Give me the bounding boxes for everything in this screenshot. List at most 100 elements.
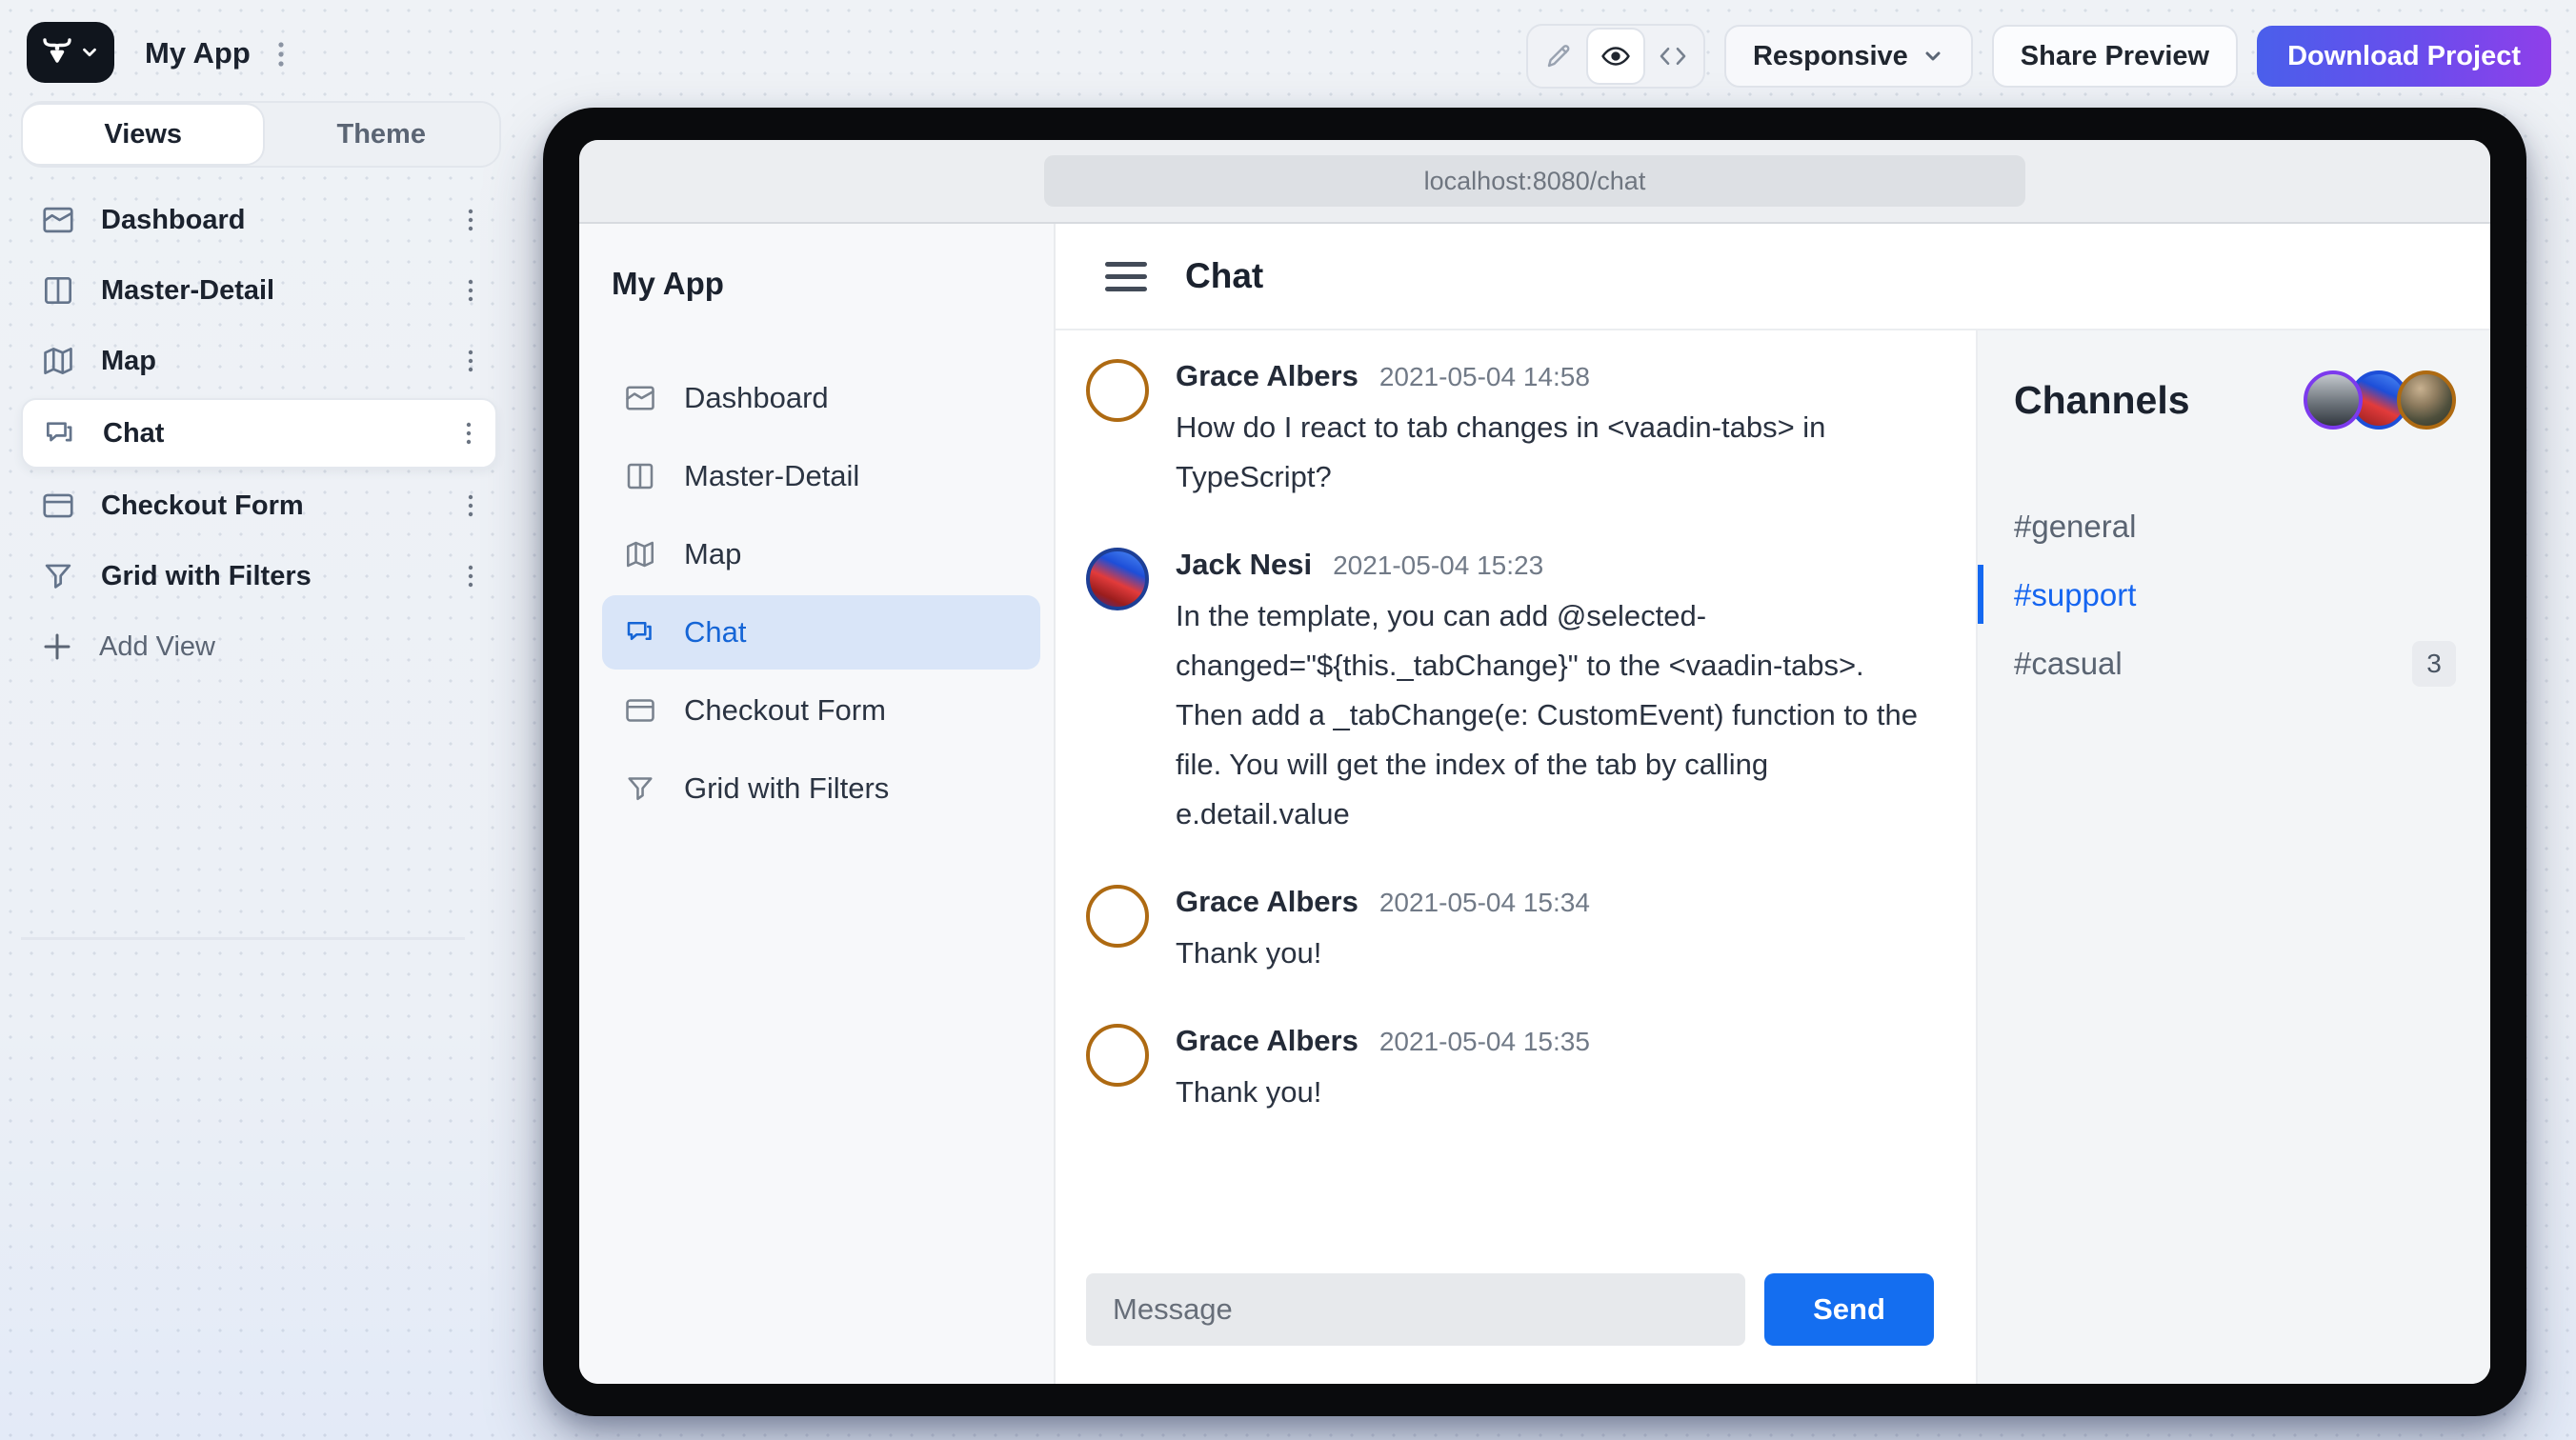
sidebar-item-label: Grid with Filters	[101, 561, 436, 592]
member-avatars	[2304, 370, 2456, 430]
sidebar-item-master-detail[interactable]: Master-Detail	[21, 257, 497, 324]
chevron-down-icon	[1922, 45, 1944, 68]
nav-item-label: Dashboard	[684, 381, 829, 415]
channel-label: #support	[2014, 577, 2136, 613]
kebab-menu-icon[interactable]	[459, 419, 478, 448]
avatar	[1086, 359, 1149, 422]
tab-views-label: Views	[104, 119, 182, 150]
message-text: Thank you!	[1176, 929, 1590, 978]
message-author: Grace Albers	[1176, 1024, 1358, 1058]
split-columns-icon	[40, 272, 76, 309]
chat-column: Grace Albers 2021-05-04 14:58 How do I r…	[1056, 330, 1976, 1384]
message-composer: Send	[1056, 1273, 1976, 1384]
kebab-menu-icon[interactable]	[461, 347, 480, 375]
menu-toggle-icon[interactable]	[1105, 262, 1147, 291]
split-columns-icon	[623, 459, 657, 493]
sidebar-item-label: Checkout Form	[101, 490, 436, 522]
nav-item-label: Checkout Form	[684, 693, 886, 728]
browser-bar: localhost:8080/chat	[579, 140, 2490, 224]
code-mode-button[interactable]	[1645, 30, 1701, 83]
channel-label: #general	[2014, 509, 2136, 545]
channel-casual[interactable]: #casual 3	[2014, 630, 2456, 698]
pencil-icon	[1543, 41, 1574, 71]
project-menu-kebab-icon[interactable]	[269, 38, 293, 70]
eye-icon	[1600, 40, 1632, 72]
share-preview-button[interactable]: Share Preview	[1992, 25, 2238, 88]
add-view-button[interactable]: Add View	[21, 613, 497, 680]
nav-item-label: Master-Detail	[684, 459, 859, 493]
credit-card-icon	[40, 488, 76, 524]
sidebar-item-grid-with-filters[interactable]: Grid with Filters	[21, 543, 497, 610]
app-logo-button[interactable]	[27, 22, 114, 83]
sidebar-tabs: Views Theme	[21, 101, 501, 168]
nav-item-map[interactable]: Map	[602, 517, 1040, 591]
channel-list: #general #support #casual 3	[2014, 492, 2456, 698]
sidebar-item-chat[interactable]: Chat	[21, 398, 497, 469]
chart-icon	[40, 202, 76, 238]
kebab-menu-icon[interactable]	[461, 491, 480, 520]
code-icon	[1657, 40, 1689, 72]
preview-device-frame: localhost:8080/chat My App Dashboard	[543, 108, 2526, 1416]
message-timestamp: 2021-05-04 15:35	[1379, 1027, 1590, 1057]
nav-item-label: Grid with Filters	[684, 771, 889, 806]
kebab-menu-icon[interactable]	[461, 206, 480, 234]
plus-icon	[40, 630, 74, 664]
sidebar-item-checkout-form[interactable]: Checkout Form	[21, 472, 497, 539]
nav-item-dashboard[interactable]: Dashboard	[602, 361, 1040, 435]
mode-segmented-control	[1526, 24, 1705, 89]
chat-bubbles-icon	[42, 415, 78, 451]
sidebar-item-dashboard[interactable]: Dashboard	[21, 187, 497, 253]
preview-app-title: My App	[612, 266, 1040, 302]
top-toolbar: Responsive Share Preview Download Projec…	[1526, 24, 2551, 89]
nav-item-label: Map	[684, 537, 741, 571]
download-project-label: Download Project	[2287, 41, 2521, 72]
preview-mode-button[interactable]	[1586, 28, 1645, 85]
avatar	[2397, 370, 2456, 430]
avatar	[2304, 370, 2363, 430]
sidebar-divider	[21, 937, 465, 940]
channel-label: #casual	[2014, 646, 2123, 682]
chat-message: Jack Nesi 2021-05-04 15:23 In the templa…	[1086, 548, 1934, 839]
nav-item-chat[interactable]: Chat	[602, 595, 1040, 670]
tab-views[interactable]: Views	[21, 103, 265, 166]
add-view-label: Add View	[99, 631, 480, 663]
preview-nav: My App Dashboard Master-Deta	[579, 224, 1056, 1384]
views-list: Dashboard Master-Detail Map Chat	[21, 187, 497, 680]
responsive-dropdown[interactable]: Responsive	[1724, 25, 1973, 88]
nav-item-label: Chat	[684, 615, 746, 650]
sidebar-item-map[interactable]: Map	[21, 328, 497, 394]
url-bar: localhost:8080/chat	[1044, 155, 2025, 207]
edit-mode-button[interactable]	[1531, 30, 1586, 83]
channels-panel: Channels #general	[1976, 330, 2490, 1384]
sidebar-item-label: Map	[101, 346, 436, 377]
sidebar-item-label: Chat	[103, 418, 434, 450]
kebab-menu-icon[interactable]	[461, 562, 480, 590]
message-timestamp: 2021-05-04 14:58	[1379, 362, 1590, 392]
chevron-down-icon	[79, 42, 100, 63]
chart-icon	[623, 381, 657, 415]
channel-general[interactable]: #general	[2014, 492, 2456, 561]
chat-bubbles-icon	[623, 615, 657, 650]
nav-item-checkout-form[interactable]: Checkout Form	[602, 673, 1040, 748]
nav-item-master-detail[interactable]: Master-Detail	[602, 439, 1040, 513]
send-button[interactable]: Send	[1764, 1273, 1934, 1346]
sidebar-item-label: Master-Detail	[101, 275, 436, 307]
chat-message: Grace Albers 2021-05-04 15:35 Thank you!	[1086, 1024, 1934, 1117]
download-project-button[interactable]: Download Project	[2257, 26, 2551, 87]
channel-support[interactable]: #support	[2014, 561, 2456, 630]
vaadin-logo-icon	[41, 36, 73, 69]
preview-viewport: localhost:8080/chat My App Dashboard	[579, 140, 2490, 1384]
responsive-dropdown-label: Responsive	[1753, 41, 1908, 72]
chat-message: Grace Albers 2021-05-04 14:58 How do I r…	[1086, 359, 1934, 502]
project-title: My App	[145, 36, 251, 70]
funnel-icon	[623, 771, 657, 806]
message-author: Grace Albers	[1176, 885, 1358, 919]
message-text: How do I react to tab changes in <vaadin…	[1176, 403, 1934, 502]
message-input[interactable]	[1086, 1273, 1745, 1346]
nav-item-grid-with-filters[interactable]: Grid with Filters	[602, 751, 1040, 826]
app-designer-screen: My App Responsive	[0, 0, 2576, 1440]
tab-theme[interactable]: Theme	[263, 105, 499, 164]
channels-title: Channels	[2014, 378, 2190, 423]
page-title: Chat	[1185, 256, 1263, 296]
kebab-menu-icon[interactable]	[461, 276, 480, 305]
